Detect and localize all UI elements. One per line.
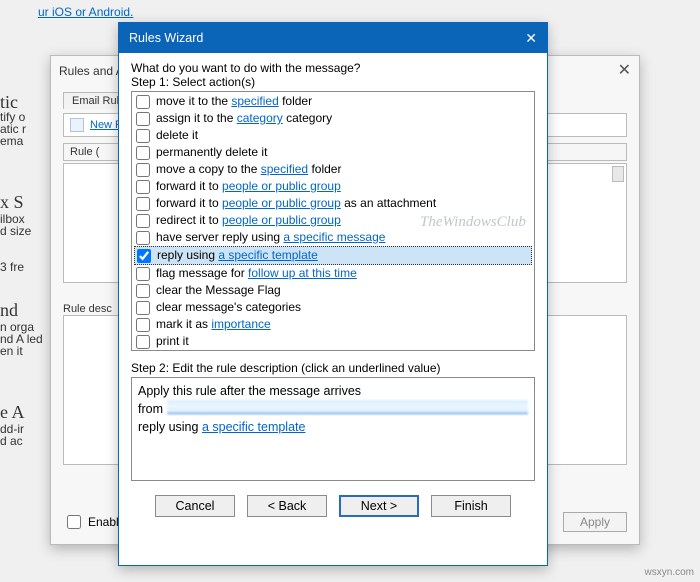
action-checkbox[interactable] (136, 197, 150, 211)
action-link[interactable]: category (237, 111, 283, 125)
action-checkbox[interactable] (136, 112, 150, 126)
action-text: clear the Message Flag (156, 282, 281, 299)
step2-description-box: Apply this rule after the message arrive… (131, 377, 535, 481)
cancel-button[interactable]: Cancel (155, 495, 235, 517)
action-checkbox[interactable] (136, 146, 150, 160)
wizard-button-row: Cancel < Back Next > Finish (131, 495, 535, 517)
desc-from-value[interactable] (167, 400, 528, 414)
action-text: folder (279, 94, 312, 108)
action-mark-importance[interactable]: mark it as importance (134, 316, 532, 333)
back-button[interactable]: < Back (247, 495, 327, 517)
action-link[interactable]: a specific message (283, 230, 385, 244)
action-text: redirect it to (156, 213, 222, 227)
action-print[interactable]: print it (134, 333, 532, 350)
action-forward-attachment[interactable]: forward it to people or public group as … (134, 195, 532, 212)
bg-text: e A (0, 402, 25, 423)
wizard-titlebar[interactable]: Rules Wizard ✕ (119, 23, 547, 53)
bg-text: en it (0, 344, 23, 358)
action-checkbox[interactable] (137, 249, 151, 263)
desc-template-link[interactable]: a specific template (202, 420, 306, 434)
enable-rules-checkbox[interactable]: Enable (63, 512, 125, 532)
action-checkbox[interactable] (136, 95, 150, 109)
bg-text: d ac (0, 434, 23, 448)
next-button[interactable]: Next > (339, 495, 419, 517)
action-text: have server reply using (156, 230, 283, 244)
bg-text: ema (0, 134, 23, 148)
new-rule-icon[interactable] (70, 118, 84, 132)
action-link[interactable]: people or public group (222, 196, 341, 210)
action-checkbox[interactable] (136, 301, 150, 315)
action-text: category (283, 111, 332, 125)
desc-line3-prefix: reply using (138, 420, 202, 434)
desc-line1: Apply this rule after the message arrive… (138, 382, 528, 400)
apply-button[interactable]: Apply (563, 512, 627, 532)
action-assign-category[interactable]: assign it to the category category (134, 110, 532, 127)
action-link[interactable]: importance (211, 317, 270, 331)
action-text: print it (156, 333, 189, 350)
wizard-title: Rules Wizard (129, 31, 203, 45)
action-text: delete it (156, 127, 198, 144)
action-text: folder (308, 162, 341, 176)
action-reply-template[interactable]: reply using a specific template (134, 246, 532, 265)
action-text: as an attachment (341, 196, 436, 210)
bg-text: d size (0, 224, 31, 238)
action-server-reply[interactable]: have server reply using a specific messa… (134, 229, 532, 246)
action-checkbox[interactable] (136, 335, 150, 349)
action-text: clear message's categories (156, 299, 301, 316)
action-delete[interactable]: delete it (134, 127, 532, 144)
desc-line2-prefix: from (138, 400, 163, 418)
action-text: move it to the (156, 94, 231, 108)
action-move-copy[interactable]: move a copy to the specified folder (134, 161, 532, 178)
scroll-up-icon[interactable] (612, 166, 624, 182)
new-rule-link[interactable]: New F (90, 119, 122, 131)
action-checkbox[interactable] (136, 180, 150, 194)
bg-text: 3 fre (0, 260, 24, 274)
action-text: forward it to (156, 196, 222, 210)
action-text: forward it to (156, 179, 222, 193)
finish-button[interactable]: Finish (431, 495, 511, 517)
action-link[interactable]: specified (261, 162, 308, 176)
action-checkbox[interactable] (136, 129, 150, 143)
action-link[interactable]: a specific template (218, 248, 317, 262)
enable-checkbox[interactable] (67, 515, 81, 529)
action-link[interactable]: people or public group (222, 213, 341, 227)
action-link[interactable]: specified (231, 94, 278, 108)
action-checkbox[interactable] (136, 231, 150, 245)
step1-actions-list[interactable]: move it to the specified folder assign i… (131, 91, 535, 351)
action-text: move a copy to the (156, 162, 261, 176)
action-checkbox[interactable] (136, 163, 150, 177)
step1-label: Step 1: Select action(s) (131, 75, 535, 89)
action-text: reply using (157, 248, 218, 262)
bg-text: x S (0, 192, 24, 213)
bg-link[interactable]: ur iOS or Android. (38, 5, 133, 19)
action-link[interactable]: people or public group (222, 179, 341, 193)
close-icon[interactable]: ✕ (525, 30, 537, 47)
wizard-question: What do you want to do with the message? (131, 61, 535, 75)
step2-label: Step 2: Edit the rule description (click… (131, 361, 535, 375)
action-permanently-delete[interactable]: permanently delete it (134, 144, 532, 161)
action-checkbox[interactable] (136, 214, 150, 228)
action-text: flag message for (156, 266, 248, 280)
action-flag-followup[interactable]: flag message for follow up at this time (134, 265, 532, 282)
action-checkbox[interactable] (136, 284, 150, 298)
action-play-sound[interactable]: play a sound (134, 350, 532, 351)
action-move-to-folder[interactable]: move it to the specified folder (134, 93, 532, 110)
bg-text: nd (0, 300, 18, 321)
action-clear-flag[interactable]: clear the Message Flag (134, 282, 532, 299)
close-icon[interactable]: ✕ (618, 56, 631, 86)
action-checkbox[interactable] (136, 267, 150, 281)
action-clear-categories[interactable]: clear message's categories (134, 299, 532, 316)
action-text: mark it as (156, 317, 211, 331)
credit-text: wsxyn.com (645, 567, 694, 578)
action-link[interactable]: follow up at this time (248, 266, 357, 280)
rules-wizard-dialog: Rules Wizard ✕ What do you want to do wi… (118, 22, 548, 566)
rules-alerts-title: Rules and A (59, 56, 124, 86)
action-redirect[interactable]: redirect it to people or public group (134, 212, 532, 229)
action-text: permanently delete it (156, 144, 267, 161)
action-forward[interactable]: forward it to people or public group (134, 178, 532, 195)
action-text: assign it to the (156, 111, 237, 125)
action-checkbox[interactable] (136, 318, 150, 332)
